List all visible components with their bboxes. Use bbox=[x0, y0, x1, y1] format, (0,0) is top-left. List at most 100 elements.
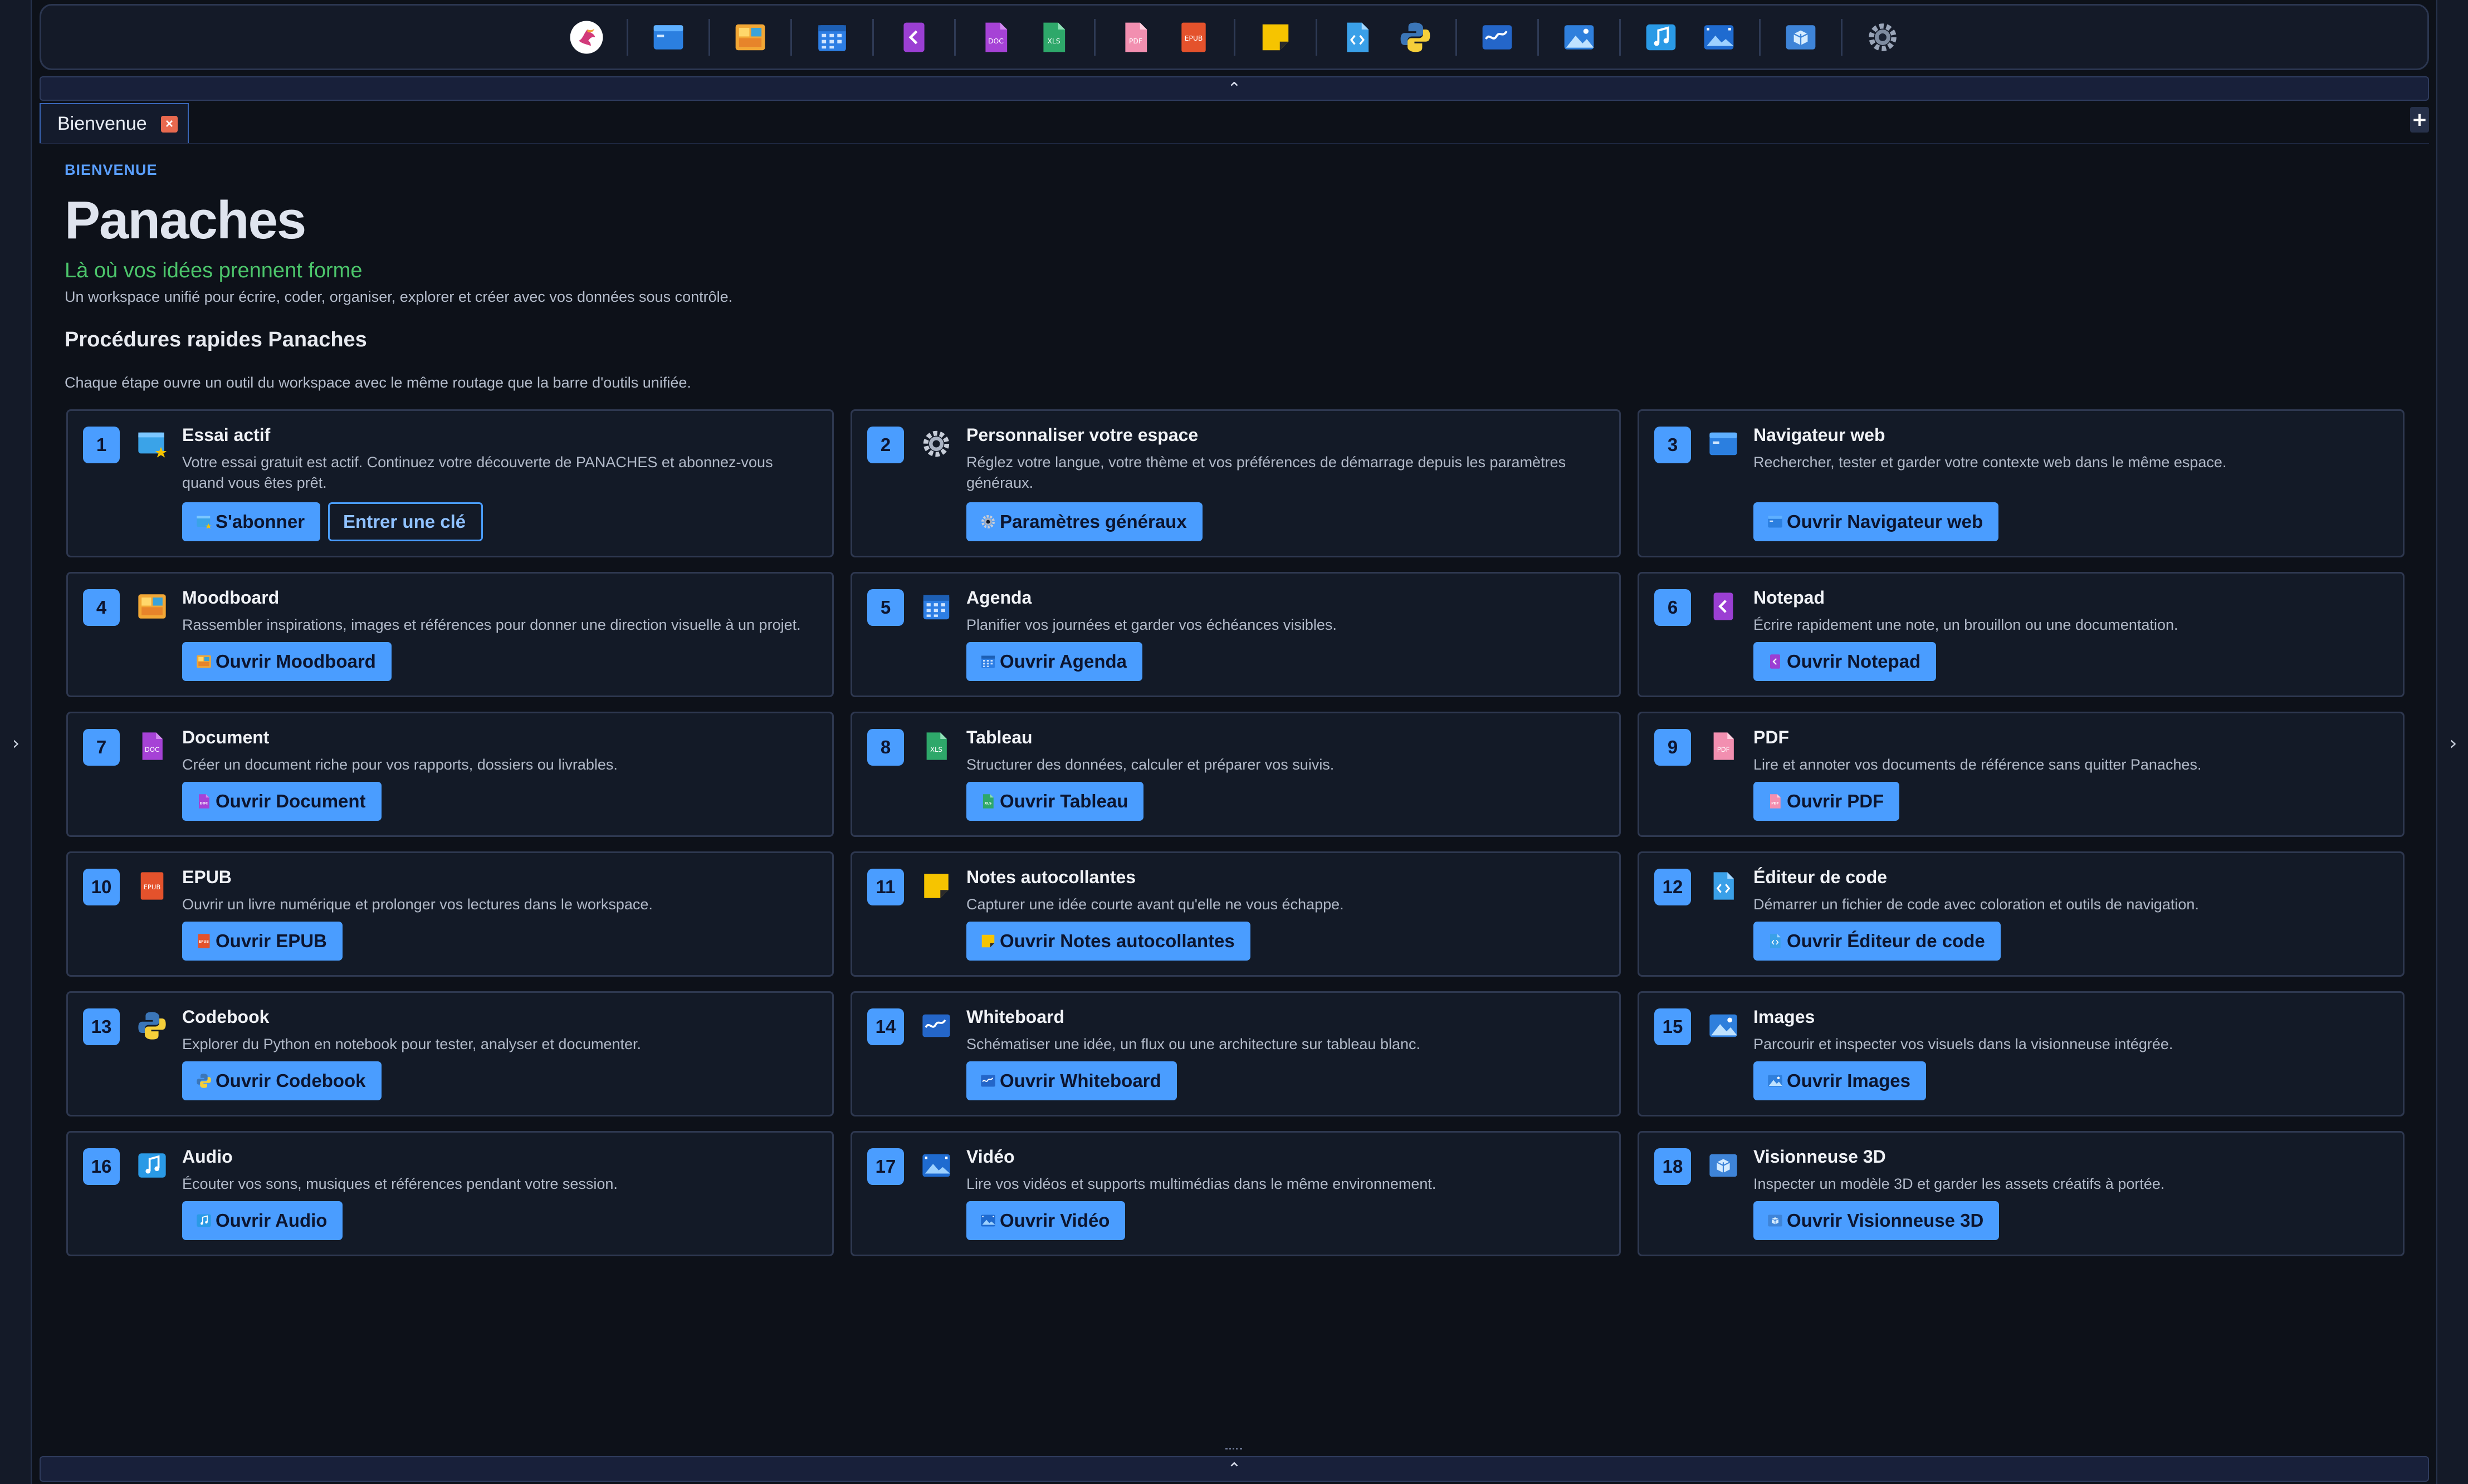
epub-icon: EPUB bbox=[136, 870, 168, 902]
toolbar-agenda-button[interactable] bbox=[804, 9, 860, 65]
close-tab-icon[interactable]: × bbox=[161, 116, 178, 133]
expand-right-chevron-icon[interactable]: › bbox=[2437, 729, 2468, 757]
step-number-badge: 10 bbox=[83, 869, 120, 905]
parametres-generaux-button[interactable]: Paramètres généraux bbox=[966, 502, 1203, 541]
toolbar-audio-button[interactable] bbox=[1633, 9, 1689, 65]
entrer-une-cle-button[interactable]: Entrer une clé bbox=[328, 502, 483, 541]
card-title: Moodboard bbox=[182, 587, 280, 608]
toolbar-document-button[interactable]: DOC bbox=[968, 9, 1024, 65]
button-label: Entrer une clé bbox=[343, 511, 466, 532]
card-actions: Ouvrir Images bbox=[1753, 1061, 1926, 1100]
button-label: Paramètres généraux bbox=[1000, 511, 1187, 532]
toolbar-epub-button[interactable]: EPUB bbox=[1166, 9, 1221, 65]
toolbar-whiteboard-button[interactable] bbox=[1469, 9, 1525, 65]
toolbar-sticky-note-button[interactable] bbox=[1248, 9, 1303, 65]
card-text: Notepad Écrire rapidement une note, un b… bbox=[1753, 586, 2389, 635]
collapse-bottom-panel-button[interactable]: ⌃ bbox=[40, 1456, 2429, 1482]
card-description: Écrire rapidement une note, un brouillon… bbox=[1753, 616, 2178, 633]
ouvrir-notes-autocollantes-button[interactable]: Ouvrir Notes autocollantes bbox=[966, 922, 1250, 961]
toolbar-moodboard-button[interactable] bbox=[722, 9, 778, 65]
expand-left-chevron-icon[interactable]: › bbox=[0, 729, 32, 757]
trial-star-icon bbox=[136, 428, 168, 460]
image-viewer-icon bbox=[1562, 20, 1596, 55]
audio-icon bbox=[1644, 20, 1678, 55]
document-icon: DOC bbox=[196, 793, 212, 810]
toolbar-separator bbox=[872, 18, 874, 56]
svg-text:XLS: XLS bbox=[985, 801, 992, 805]
toolbar-settings-button[interactable] bbox=[1855, 9, 1910, 65]
card-title: Document bbox=[182, 727, 270, 747]
left-sidebar-rail[interactable]: › bbox=[0, 0, 32, 1484]
step-number-badge: 13 bbox=[83, 1008, 120, 1045]
button-label: Ouvrir Éditeur de code bbox=[1787, 930, 1985, 951]
card-text: Notes autocollantes Capturer une idée co… bbox=[966, 865, 1606, 915]
moodboard-icon bbox=[196, 653, 212, 670]
ouvrir-epub-button[interactable]: EPUB Ouvrir EPUB bbox=[182, 922, 343, 961]
ouvrir-editeur-de-code-button[interactable]: Ouvrir Éditeur de code bbox=[1753, 922, 2001, 961]
toolbar-app-logo-button[interactable] bbox=[559, 9, 614, 65]
ouvrir-whiteboard-button[interactable]: Ouvrir Whiteboard bbox=[966, 1061, 1177, 1100]
card-notepad: 6 Notepad Écrire rapidement une note, un… bbox=[1638, 572, 2405, 697]
toolbar-python-codebook-button[interactable] bbox=[1387, 9, 1443, 65]
toolbar-separator bbox=[1537, 18, 1539, 56]
card-agenda: 5 Agenda Planifier vos journées et garde… bbox=[851, 572, 1621, 697]
ouvrir-agenda-button[interactable]: Ouvrir Agenda bbox=[966, 642, 1142, 681]
toolbar-separator bbox=[1840, 18, 1843, 56]
toolbar-viewer-3d-button[interactable] bbox=[1773, 9, 1829, 65]
s-abonner-button[interactable]: S'abonner bbox=[182, 502, 321, 541]
eyebrow-label: BIENVENUE bbox=[65, 161, 158, 178]
toolbar-web-browser-button[interactable] bbox=[641, 9, 696, 65]
ouvrir-video-button[interactable]: Ouvrir Vidéo bbox=[966, 1201, 1126, 1240]
card-actions: Ouvrir Audio bbox=[182, 1201, 343, 1240]
step-number-badge: 4 bbox=[83, 589, 120, 626]
step-number-badge: 16 bbox=[83, 1148, 120, 1185]
resize-handle[interactable] bbox=[1225, 1448, 1242, 1453]
card-text: Whiteboard Schématiser une idée, un flux… bbox=[966, 1005, 1606, 1055]
agenda-icon bbox=[920, 590, 952, 623]
new-tab-button[interactable]: + bbox=[2410, 107, 2429, 133]
toolbar-pdf-button[interactable]: PDF bbox=[1108, 9, 1164, 65]
card-title: Éditeur de code bbox=[1753, 867, 1888, 887]
toolbar-code-editor-button[interactable] bbox=[1330, 9, 1385, 65]
card-audio: 16 Audio Écouter vos sons, musiques et r… bbox=[66, 1131, 834, 1256]
ouvrir-moodboard-button[interactable]: Ouvrir Moodboard bbox=[182, 642, 392, 681]
agenda-icon bbox=[980, 653, 996, 670]
card-actions: Ouvrir Codebook bbox=[182, 1061, 382, 1100]
pdf-icon: PDF bbox=[1118, 20, 1153, 55]
web-browser-icon bbox=[1767, 513, 1783, 530]
toolbar-video-button[interactable] bbox=[1691, 9, 1747, 65]
card-title: EPUB bbox=[182, 867, 232, 887]
ouvrir-pdf-button[interactable]: PDF Ouvrir PDF bbox=[1753, 782, 1900, 821]
sticky-note-icon bbox=[1258, 20, 1293, 55]
card-actions: Ouvrir Éditeur de code bbox=[1753, 922, 2001, 961]
toolbar-image-viewer-button[interactable] bbox=[1551, 9, 1607, 65]
collapse-toolbar-button[interactable]: ⌃ bbox=[40, 76, 2429, 101]
viewer-3d-icon bbox=[1767, 1212, 1783, 1229]
ouvrir-document-button[interactable]: DOC Ouvrir Document bbox=[182, 782, 382, 821]
card-description: Ouvrir un livre numérique et prolonger v… bbox=[182, 896, 653, 913]
ouvrir-images-button[interactable]: Ouvrir Images bbox=[1753, 1061, 1926, 1100]
card-text: Vidéo Lire vos vidéos et supports multim… bbox=[966, 1145, 1606, 1194]
right-sidebar-rail[interactable]: › bbox=[2436, 0, 2468, 1484]
button-label: Ouvrir Notepad bbox=[1787, 651, 1921, 672]
trial-star-icon bbox=[196, 513, 212, 530]
button-label: Ouvrir Document bbox=[216, 791, 366, 811]
card-tableau: 8 XLS Tableau Structurer des données, ca… bbox=[851, 712, 1621, 837]
button-label: Ouvrir Navigateur web bbox=[1787, 511, 1983, 532]
svg-text:EPUB: EPUB bbox=[199, 940, 209, 944]
step-number-badge: 3 bbox=[1654, 427, 1691, 463]
ouvrir-notepad-button[interactable]: Ouvrir Notepad bbox=[1753, 642, 1937, 681]
svg-text:XLS: XLS bbox=[930, 746, 942, 753]
ouvrir-audio-button[interactable]: Ouvrir Audio bbox=[182, 1201, 343, 1240]
ouvrir-codebook-button[interactable]: Ouvrir Codebook bbox=[182, 1061, 382, 1100]
ouvrir-visionneuse-3d-button[interactable]: Ouvrir Visionneuse 3D bbox=[1753, 1201, 2000, 1240]
toolbar-notepad-button[interactable] bbox=[886, 9, 942, 65]
toolbar-spreadsheet-button[interactable]: XLS bbox=[1026, 9, 1082, 65]
ouvrir-navigateur-web-button[interactable]: Ouvrir Navigateur web bbox=[1753, 502, 1999, 541]
button-label: Ouvrir Tableau bbox=[1000, 791, 1128, 811]
step-number-badge: 18 bbox=[1654, 1148, 1691, 1185]
card-description: Réglez votre langue, votre thème et vos … bbox=[966, 454, 1566, 491]
tab-bienvenue[interactable]: Bienvenue × bbox=[40, 103, 189, 143]
ouvrir-tableau-button[interactable]: XLS Ouvrir Tableau bbox=[966, 782, 1144, 821]
card-moodboard: 4 Moodboard Rassembler inspirations, ima… bbox=[66, 572, 834, 697]
